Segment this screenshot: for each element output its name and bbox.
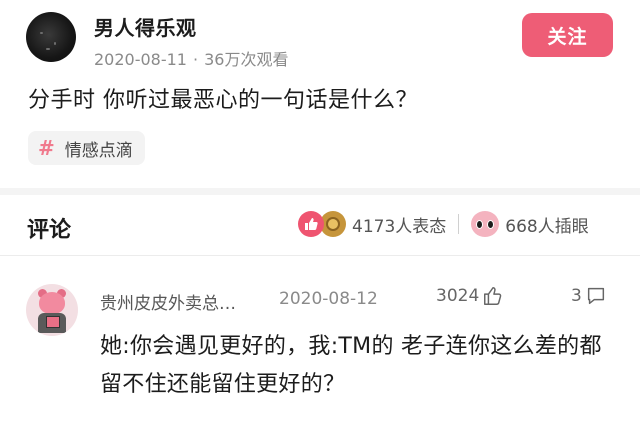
commenter-avatar[interactable] <box>26 284 78 336</box>
comment-item: 贵州皮皮外卖总… 2020-08-12 3024 3 她:你会遇见更好的，我:T… <box>0 256 640 421</box>
follow-button[interactable]: 关注 <box>522 13 613 57</box>
commenter-name[interactable]: 贵州皮皮外卖总… <box>100 289 236 314</box>
meta-separator: · <box>192 50 199 69</box>
coin-face <box>326 217 340 231</box>
comment-date: 2020-08-12 <box>279 289 378 309</box>
comment-like-button[interactable]: 3024 <box>436 285 504 307</box>
avatar-texture <box>54 42 56 45</box>
eye-left <box>476 219 484 229</box>
insert-count: 668人插眼 <box>505 216 589 237</box>
post-card: 男人得乐观 2020-08-11 · 36万次观看 关注 分手时 你听过最恶心的一句… <box>0 0 640 188</box>
author-name[interactable]: 男人得乐观 <box>94 12 197 41</box>
reply-count: 3 <box>571 286 582 306</box>
avatar-head <box>39 292 65 314</box>
thumbs-up-outline-icon <box>484 287 502 305</box>
eyes-icon <box>471 211 500 237</box>
avatar-texture <box>46 48 50 50</box>
topic-tag[interactable]: # 情感点滴 <box>28 131 145 165</box>
author-avatar[interactable] <box>26 12 76 62</box>
comments-title: 评论 <box>27 218 72 243</box>
comments-header: 评论 4173人表态 668人插眼 <box>0 195 640 255</box>
reaction-count: 4173人表态 <box>352 216 447 237</box>
post-date: 2020-08-11 <box>94 50 187 69</box>
post-question: 分手时 你听过最恶心的一句话是什么？ <box>28 88 418 113</box>
post-meta: 2020-08-11 · 36万次观看 <box>94 46 288 70</box>
comment-reply-button[interactable]: 3 <box>571 285 607 307</box>
like-count: 3024 <box>436 286 480 306</box>
section-divider <box>0 188 640 195</box>
reactions-bar[interactable]: 4173人表态 668人插眼 <box>298 209 589 239</box>
eye-right <box>487 219 495 229</box>
comment-text: 她:你会遇见更好的，我:TM的 老子连你这么差的都留不住还能留住更好的？ <box>100 334 602 397</box>
view-count: 36万次观看 <box>204 50 289 69</box>
hashtag-icon: # <box>38 136 55 160</box>
avatar-box <box>46 316 60 328</box>
avatar-texture <box>40 32 43 34</box>
speech-bubble-icon <box>587 287 604 305</box>
tag-label: 情感点滴 <box>64 140 133 161</box>
reaction-separator <box>458 214 460 234</box>
thumbs-up-icon <box>298 211 324 237</box>
